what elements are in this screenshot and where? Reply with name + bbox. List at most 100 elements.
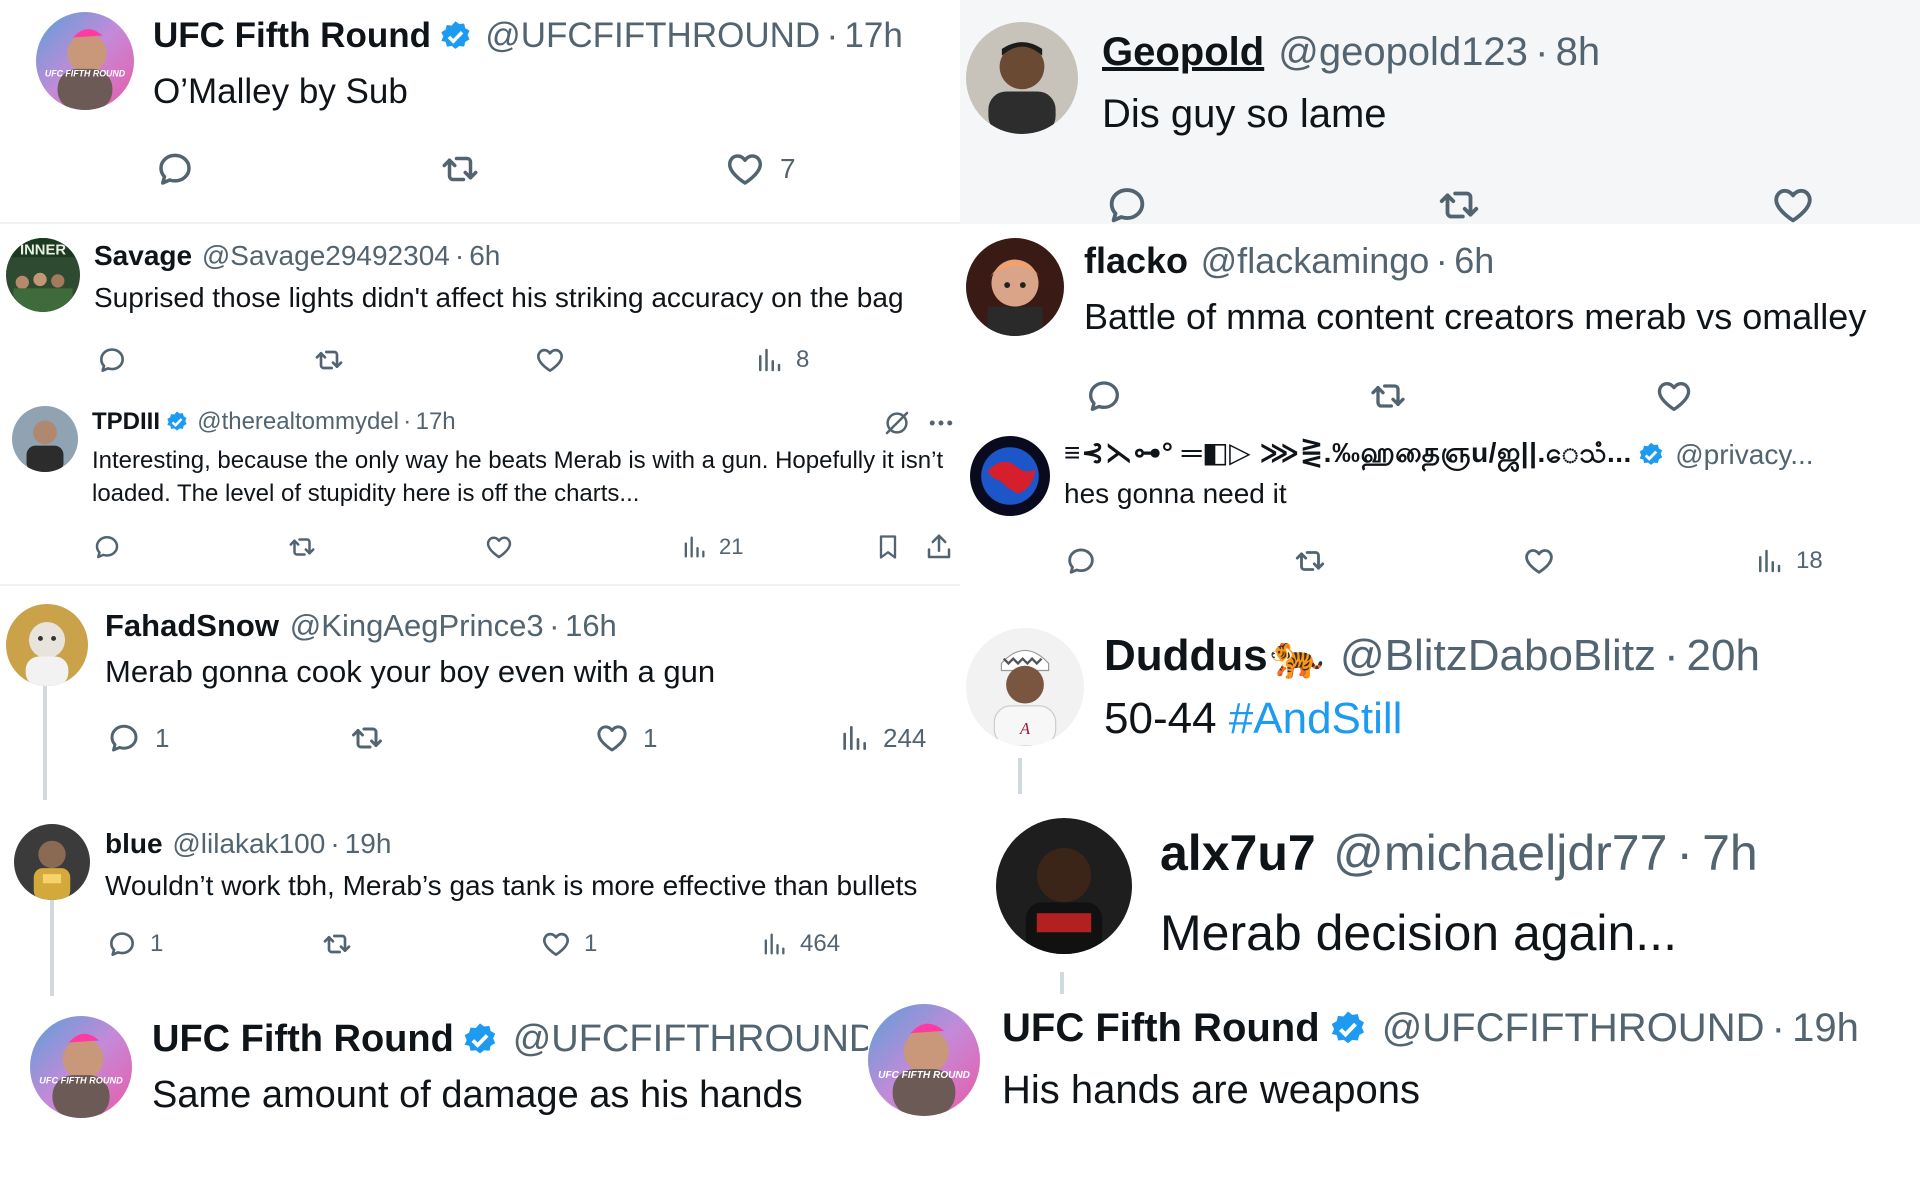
tweet-tpdiii[interactable]: TPDIII @therealtommydel · 17h Interestin…	[0, 396, 960, 580]
hashtag-link[interactable]: #AndStill	[1229, 694, 1403, 743]
tweet-fahadsnow[interactable]: FahadSnow @KingAegPrince3 · 16h Merab go…	[0, 590, 960, 800]
retweet-button[interactable]	[438, 148, 482, 190]
handle[interactable]: @lilakak100	[172, 828, 325, 860]
display-name[interactable]: UFC Fifth Round	[152, 1018, 454, 1061]
reply-button[interactable]	[1084, 376, 1124, 416]
handle[interactable]: @Savage29492304	[202, 240, 450, 272]
display-name[interactable]: UFC Fifth Round	[1002, 1006, 1320, 1051]
tweet-text: Merab gonna cook your boy even with a gu…	[105, 654, 716, 689]
bookmark-button[interactable]	[874, 532, 902, 562]
timestamp[interactable]: 6h	[1454, 240, 1494, 282]
views-button[interactable]: 464	[760, 928, 840, 960]
like-button[interactable]	[484, 532, 514, 562]
like-button[interactable]	[1522, 544, 1556, 578]
handle[interactable]: @privacy...	[1675, 439, 1813, 471]
display-name[interactable]: Geopold	[1102, 30, 1264, 75]
reply-button[interactable]: 1	[106, 928, 163, 960]
reply-button[interactable]	[92, 532, 122, 562]
retweet-button[interactable]	[1292, 544, 1328, 578]
display-name[interactable]: Duddus	[1104, 631, 1268, 681]
views-button[interactable]: 18	[1754, 544, 1823, 578]
retweet-button[interactable]	[1434, 182, 1484, 224]
avatar[interactable]: UFC FIFTH ROUND	[868, 1004, 980, 1116]
tweet-header: UFC Fifth Round @UFCFIFTHROUND · 17h	[153, 16, 903, 56]
display-name[interactable]: ≡⊰⋋⊶° ═◧▷ ⋙⋛.‰ஹதைஞu/ஜ||.ေသံ...	[1064, 434, 1632, 476]
more-icon[interactable]	[926, 408, 956, 438]
display-name[interactable]: FahadSnow	[105, 608, 279, 644]
avatar[interactable]	[996, 818, 1132, 954]
display-name[interactable]: Savage	[94, 240, 192, 272]
timestamp[interactable]: 7h	[1702, 824, 1758, 882]
retweet-button[interactable]	[1366, 376, 1410, 416]
timestamp[interactable]: 6h	[469, 240, 500, 272]
avatar[interactable]	[970, 436, 1050, 516]
reply-button[interactable]	[96, 344, 128, 376]
retweet-button[interactable]	[320, 928, 354, 960]
tweet-ufc-fifth-round-2[interactable]: UFC FIFTH ROUND UFC Fifth Round @UFCFIFT…	[0, 1004, 868, 1174]
handle[interactable]: @BlitzDaboBlitz	[1340, 631, 1656, 681]
avatar[interactable]: UFC FIFTH ROUND	[30, 1016, 132, 1118]
timestamp[interactable]: 17h	[416, 408, 456, 436]
like-button[interactable]	[1654, 376, 1694, 416]
tweet-savage[interactable]: INNER Savage @Savage29492304 · 6h Supris…	[0, 226, 960, 390]
retweet-button[interactable]	[286, 532, 318, 562]
handle[interactable]: @therealtommydel	[197, 408, 399, 436]
reply-button[interactable]	[1104, 182, 1150, 224]
avatar[interactable]: INNER	[6, 238, 80, 312]
like-button[interactable]: 7	[724, 148, 796, 190]
avatar[interactable]: UFC FIFTH ROUND	[36, 12, 134, 110]
handle[interactable]: @michaeljdr77	[1333, 824, 1667, 882]
like-button[interactable]: 1	[594, 720, 657, 756]
display-name[interactable]: UFC Fifth Round	[153, 16, 431, 56]
avatar[interactable]	[966, 22, 1078, 134]
timestamp[interactable]: 20h	[1687, 631, 1760, 681]
tweet-alx7u7[interactable]: alx7u7 @michaeljdr77 · 7h Merab decision…	[960, 804, 1920, 994]
avatar-logo-text: UFC FIFTH ROUND	[45, 69, 126, 79]
views-button[interactable]: 8	[754, 344, 809, 376]
handle[interactable]: @UFCFIFTHROUND	[513, 1018, 868, 1061]
display-name[interactable]: blue	[105, 828, 163, 860]
tweet-ufc-fifth-round-3[interactable]: UFC FIFTH ROUND UFC Fifth Round @UFCFIFT…	[868, 996, 1920, 1176]
handle[interactable]: @geopold123	[1278, 30, 1528, 75]
tweet-flacko[interactable]: flacko @flackamingo · 6h Battle of mma c…	[960, 226, 1920, 422]
share-button[interactable]	[924, 532, 954, 562]
views-button[interactable]: 244	[838, 720, 926, 756]
retweet-icon	[286, 532, 318, 562]
handle[interactable]: @UFCFIFTHROUND	[1382, 1006, 1765, 1051]
reply-button[interactable]	[1064, 544, 1098, 578]
avatar[interactable]	[12, 406, 78, 472]
tweet-geopold[interactable]: Geopold @geopold123 · 8h Dis guy so lame	[960, 0, 1920, 224]
like-button[interactable]: 1	[540, 928, 597, 960]
display-name[interactable]: flacko	[1084, 240, 1188, 282]
reply-button[interactable]: 1	[106, 720, 169, 756]
grok-icon[interactable]	[882, 408, 912, 438]
retweet-button[interactable]	[312, 344, 346, 376]
avatar[interactable]	[966, 238, 1064, 336]
thread-line	[50, 900, 54, 996]
like-button[interactable]	[534, 344, 566, 376]
tweet-ufc-fifth-round-1[interactable]: UFC FIFTH ROUND UFC Fifth Round @UFCFIFT…	[0, 0, 960, 222]
timestamp[interactable]: 19h	[1792, 1006, 1859, 1051]
display-name[interactable]: TPDIII	[92, 408, 160, 436]
like-icon	[540, 928, 572, 960]
reply-count: 1	[150, 930, 164, 957]
timestamp[interactable]: 16h	[565, 608, 617, 644]
handle[interactable]: @KingAegPrince3	[290, 608, 544, 644]
tweet-privacy[interactable]: ≡⊰⋋⊶° ═◧▷ ⋙⋛.‰ஹதைஞu/ஜ||.ေသံ... @privacy.…	[960, 424, 1920, 592]
like-button[interactable]	[1770, 182, 1816, 224]
avatar[interactable]: A	[966, 628, 1084, 746]
display-name[interactable]: alx7u7	[1160, 824, 1316, 882]
retweet-button[interactable]	[348, 720, 386, 756]
avatar[interactable]	[6, 604, 88, 686]
handle[interactable]: @UFCFIFTHROUND	[485, 16, 820, 56]
handle[interactable]: @flackamingo	[1201, 240, 1430, 282]
views-button[interactable]: 21	[680, 532, 743, 562]
tweet-duddus[interactable]: A Duddus 🐅 @BlitzDaboBlitz · 20h 50-44 #…	[960, 618, 1920, 794]
timestamp[interactable]: 8h	[1556, 30, 1601, 75]
timestamp[interactable]: 17h	[844, 16, 902, 56]
reply-count: 1	[155, 722, 170, 753]
avatar[interactable]	[14, 824, 90, 900]
timestamp[interactable]: 19h	[345, 828, 392, 860]
tweet-blue[interactable]: blue @lilakak100 · 19h Wouldn’t work tbh…	[0, 812, 960, 996]
reply-button[interactable]	[154, 148, 196, 190]
